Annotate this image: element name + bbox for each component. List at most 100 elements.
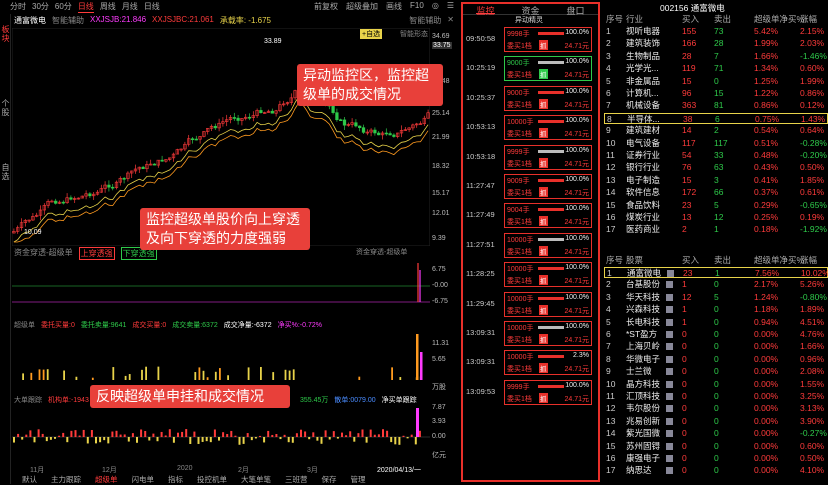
monitor-row[interactable]: 10:25:37 9000手 100.0% 委买1档 抓 24.71元 (463, 84, 598, 113)
monitor-card[interactable]: 9000手 100.0% 委买1档 抓 24.71元 (504, 85, 592, 111)
stock-doc-icon[interactable] (666, 306, 673, 314)
table-row[interactable]: 16 煤炭行业 13 12 0.25% 0.19% (604, 212, 828, 223)
overlay-menu[interactable]: 超级叠加 (346, 1, 378, 12)
table-row[interactable]: 5 长电科技 1 0 0.94% 4.51% (604, 317, 828, 328)
indicator-tab[interactable]: 指标 (168, 474, 183, 484)
table-row[interactable]: 6 计算机... 96 15 1.22% 0.86% (604, 88, 828, 99)
tab-orderbook[interactable]: 盘口 (566, 4, 584, 16)
monitor-row[interactable]: 13:09:31 10000手 100.0% 委买1档 抓 24.71元 (463, 319, 598, 348)
table-row[interactable]: 12 银行行业 76 63 0.43% 0.50% (604, 162, 828, 173)
stock-doc-icon[interactable] (667, 270, 674, 277)
monitor-card[interactable]: 9999手 100.0% 委买1档 抓 24.71元 (504, 144, 592, 170)
monitor-card[interactable]: 9000手 100.0% 委买1档 抓 24.71元 (504, 56, 592, 82)
stock-doc-icon[interactable] (666, 355, 673, 363)
table-header-cell[interactable]: 序号 (606, 255, 623, 266)
monitor-row[interactable]: 11:27:51 10000手 100.0% 委买1档 抓 24.71元 (463, 231, 598, 260)
table-row[interactable]: 14 软件信息 172 66 0.37% 0.61% (604, 187, 828, 198)
timeframe-weekly[interactable]: 周线 (100, 1, 116, 12)
stock-doc-icon[interactable] (666, 343, 673, 351)
table-row[interactable]: 9 建筑建材 14 2 0.54% 0.64% (604, 125, 828, 136)
table-row[interactable]: 13 兆易创新 0 0 0.00% 3.90% (604, 416, 828, 427)
table-row[interactable]: 3 华天科技 12 5 1.24% -0.80% (604, 292, 828, 303)
table-row[interactable]: 10 电气设备 117 117 0.51% -0.28% (604, 138, 828, 149)
table-header-cell[interactable]: 涨幅 (800, 14, 817, 25)
stock-doc-icon[interactable] (666, 442, 673, 450)
table-row[interactable]: 2 台基股份 1 0 2.17% 5.26% (604, 279, 828, 290)
close-icon[interactable]: ✕ (447, 15, 454, 27)
table-row[interactable]: 12 韦尔股份 0 0 0.00% 3.13% (604, 403, 828, 414)
table-row[interactable]: 15 食品饮料 23 5 0.29% -0.65% (604, 200, 828, 211)
adjust-menu[interactable]: 前复权 (314, 1, 338, 12)
monitor-row[interactable]: 11:27:47 9009手 100.0% 委买1档 抓 24.71元 (463, 172, 598, 201)
table-row[interactable]: 4 光学光... 119 71 1.34% 0.60% (604, 63, 828, 74)
monitor-card[interactable]: 10000手 100.0% 委买1档 抓 24.71元 (504, 262, 592, 288)
table-row[interactable]: 1 视听电器 155 73 5.42% 2.15% (604, 26, 828, 37)
indicator-tab[interactable]: 保存 (322, 474, 337, 484)
stock-doc-icon[interactable] (666, 455, 673, 462)
timeframe-monthly[interactable]: 月线 (122, 1, 138, 12)
tab-funds[interactable]: 资金 (521, 4, 539, 16)
monitor-row[interactable]: 10:53:18 9999手 100.0% 委买1档 抓 24.71元 (463, 143, 598, 172)
indicator-tab[interactable]: 大笔单笔 (241, 474, 271, 484)
tab-monitor[interactable]: 监控 (476, 4, 495, 16)
indicator-tab[interactable]: 投控机单 (197, 474, 227, 484)
table-row[interactable]: 4 兴森科技 1 0 1.18% 1.89% (604, 304, 828, 315)
table-header-cell[interactable]: 卖出 (714, 255, 731, 266)
indicator-tab-active[interactable]: 超级单 (95, 474, 118, 484)
monitor-card[interactable]: 10000手 100.0% 委买1档 抓 24.71元 (504, 291, 592, 317)
timeframe-60min[interactable]: 60分 (55, 1, 72, 12)
table-header-cell[interactable]: 行业 (626, 14, 643, 25)
monitor-row[interactable]: 11:29:45 10000手 100.0% 委买1档 抓 24.71元 (463, 290, 598, 319)
monitor-card[interactable]: 9999手 100.0% 委买1档 抓 24.71元 (504, 379, 592, 405)
stock-doc-icon[interactable] (666, 331, 673, 338)
table-header-cell[interactable]: 股票 (626, 255, 643, 266)
indicator-tab[interactable]: 三班营 (285, 474, 308, 484)
tab-stock[interactable]: 个股 (0, 96, 11, 120)
timeframe-daily-2[interactable]: 日线 (144, 1, 160, 12)
monitor-row[interactable]: 13:09:53 9999手 100.0% 委买1档 抓 24.71元 (463, 378, 598, 407)
stock-doc-icon[interactable] (666, 393, 673, 400)
table-header-cell[interactable]: 涨幅 (800, 255, 817, 266)
table-row[interactable]: 14 紫光国微 0 0 0.00% -0.27% (604, 428, 828, 439)
stock-doc-icon[interactable] (666, 467, 673, 475)
menu-icon[interactable]: ☰ (447, 1, 454, 12)
table-row[interactable]: 1 通富微电 23 1 7.56% 10.02% (604, 267, 828, 278)
f10-button[interactable]: F10 (410, 1, 424, 12)
table-row[interactable]: 8 半导体... 38 6 0.75% 1.43% (604, 112, 828, 124)
monitor-row[interactable]: 11:27:49 9004手 100.0% 委买1档 抓 24.71元 (463, 201, 598, 230)
tab-favorites[interactable]: 自选 (0, 160, 11, 184)
monitor-card[interactable]: 9004手 100.0% 委买1档 抓 24.71元 (504, 203, 592, 229)
indicator-tab[interactable]: 管理 (351, 474, 366, 484)
table-header-cell[interactable]: 超级单净买% (754, 14, 804, 25)
stock-doc-icon[interactable] (666, 368, 673, 376)
monitor-row[interactable]: 13:09:31 10000手 2.3% 委买1档 抓 24.71元 (463, 348, 598, 377)
monitor-card[interactable]: 10000手 2.3% 委买1档 抓 24.71元 (504, 350, 592, 376)
table-row[interactable]: 10 晶方科技 0 0 0.00% 1.55% (604, 379, 828, 390)
table-row[interactable]: 15 苏州固锝 0 0 0.00% 0.60% (604, 441, 828, 452)
table-row[interactable]: 6 *ST盈方 0 0 0.00% 4.76% (604, 329, 828, 340)
stock-doc-icon[interactable] (666, 380, 673, 388)
table-row[interactable]: 7 机械设备 363 81 0.86% 0.12% (604, 100, 828, 111)
table-row[interactable]: 17 医药商业 2 1 0.18% -1.92% (604, 224, 828, 235)
stock-doc-icon[interactable] (666, 430, 673, 438)
monitor-card[interactable]: 9009手 100.0% 委买1档 抓 24.71元 (504, 173, 592, 199)
draw-menu[interactable]: 画线 (386, 1, 402, 12)
indicator-tab[interactable]: 默认 (22, 474, 37, 484)
indicator-tab[interactable]: 主力跟踪 (51, 474, 81, 484)
table-row[interactable]: 3 生物制品 28 7 1.66% -1.46% (604, 51, 828, 62)
indicator-tab[interactable]: 闪电单 (132, 474, 155, 484)
table-header-cell[interactable]: 买入 (682, 255, 699, 266)
table-row[interactable]: 5 非金属品 15 0 1.25% 1.99% (604, 76, 828, 87)
tab-sector[interactable]: 板块 (0, 22, 11, 46)
monitor-row[interactable]: 10:25:19 9000手 100.0% 委买1档 抓 24.71元 (463, 54, 598, 83)
table-row[interactable]: 13 电子制造 15 3 0.41% 1.85% (604, 175, 828, 186)
stock-doc-icon[interactable] (666, 405, 673, 413)
table-row[interactable]: 9 士兰微 0 0 0.00% 2.08% (604, 366, 828, 377)
table-row[interactable]: 16 康强电子 0 0 0.00% 0.50% (604, 453, 828, 464)
timeframe-daily[interactable]: 日线 (77, 1, 94, 13)
table-header-cell[interactable]: 买入 (682, 14, 699, 25)
table-row[interactable]: 11 汇顶科技 0 0 0.00% 3.25% (604, 391, 828, 402)
monitor-row[interactable]: 10:53:13 10000手 100.0% 委买1档 抓 24.71元 (463, 113, 598, 142)
monitor-card[interactable]: 10000手 100.0% 委买1档 抓 24.71元 (504, 320, 592, 346)
monitor-card[interactable]: 9998手 100.0% 委买1档 抓 24.71元 (504, 27, 592, 52)
